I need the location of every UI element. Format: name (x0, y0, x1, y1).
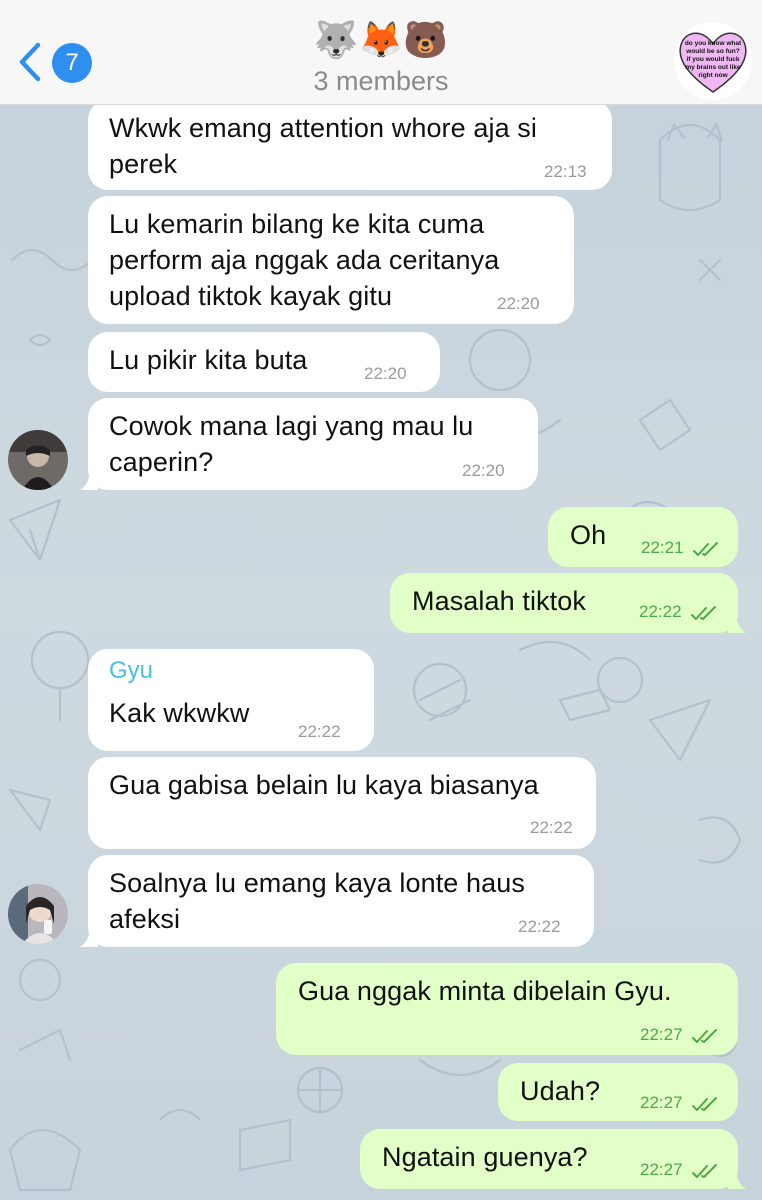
group-avatar[interactable]: do you know what would be so fun? if you… (674, 22, 752, 100)
message-text: Soalnya lu emang kaya lonte haus afeksi (109, 868, 525, 934)
sender-name[interactable]: Gyu (109, 657, 153, 685)
chat-header: 7 🐺🦊🐻 3 members do you know what would b… (0, 0, 762, 105)
outgoing-message[interactable]: Udah? 22:27 (498, 1063, 738, 1121)
group-title[interactable]: 🐺🦊🐻 (0, 16, 762, 66)
message-timestamp: 22:27 (640, 1160, 683, 1179)
message-timestamp: 22:22 (518, 917, 561, 936)
message-text: Gua gabisa belain lu kaya biasanya (109, 770, 539, 800)
incoming-message[interactable]: Gua gabisa belain lu kaya biasanya 22:22 (88, 757, 596, 849)
message-text: Oh (570, 520, 607, 550)
message-timestamp: 22:20 (462, 461, 505, 480)
message-text: Masalah tiktok (412, 586, 586, 616)
outgoing-message[interactable]: Ngatain guenya? 22:27 (360, 1129, 746, 1189)
outgoing-message[interactable]: Masalah tiktok 22:22 (390, 573, 746, 633)
incoming-message[interactable]: Gyu Kak wkwkw 22:22 (88, 649, 374, 751)
message-timestamp: 22:21 (641, 538, 684, 557)
group-members-count[interactable]: 3 members (0, 66, 762, 97)
outgoing-message[interactable]: Gua nggak minta dibelain Gyu. 22:27 (276, 963, 738, 1055)
message-text: Gua nggak minta dibelain Gyu. (298, 976, 672, 1006)
message-timestamp: 22:27 (640, 1093, 683, 1112)
incoming-message[interactable]: Soalnya lu emang kaya lonte haus afeksi 2… (80, 855, 594, 947)
message-timestamp: 22:27 (640, 1025, 683, 1044)
read-checkmarks-icon (692, 1164, 717, 1178)
sender-avatar[interactable] (8, 884, 68, 944)
read-checkmarks-icon (691, 606, 716, 620)
bubble-tail (728, 611, 746, 633)
avatar-caption: do you know what would be so fun? if you… (684, 40, 742, 79)
message-timestamp: 22:22 (530, 818, 573, 837)
sender-avatar[interactable] (8, 430, 68, 490)
bubble-tail (728, 1167, 746, 1189)
message-timestamp: 22:22 (298, 722, 341, 741)
bubble-tail (80, 468, 98, 490)
message-text: Kak wkwkw (109, 698, 250, 728)
bubble-tail (80, 925, 98, 947)
read-checkmarks-icon (692, 1029, 717, 1043)
outgoing-message[interactable]: Oh 22:21 (548, 507, 738, 567)
message-text: Cowok mana lagi yang mau lu caperin? (109, 411, 474, 477)
message-timestamp: 22:20 (364, 364, 407, 383)
message-timestamp: 22:13 (544, 162, 587, 181)
incoming-message[interactable]: Cowok mana lagi yang mau lu caperin? 22:2… (80, 398, 538, 490)
incoming-message[interactable]: Lu pikir kita buta 22:20 (88, 332, 440, 392)
message-text: Wkwk emang attention whore aja si perek (109, 113, 537, 179)
message-text: Udah? (520, 1076, 601, 1106)
incoming-message[interactable]: Wkwk emang attention whore aja si perek 2… (88, 100, 612, 190)
read-checkmarks-icon (692, 1097, 717, 1111)
message-text: Ngatain guenya? (382, 1142, 588, 1172)
message-timestamp: 22:20 (497, 294, 540, 313)
message-text: Lu pikir kita buta (109, 345, 308, 375)
message-timestamp: 22:22 (639, 602, 682, 621)
incoming-message[interactable]: Lu kemarin bilang ke kita cuma perform a… (88, 196, 574, 324)
read-checkmarks-icon (693, 542, 718, 556)
message-text: Lu kemarin bilang ke kita cuma perform a… (109, 209, 500, 311)
